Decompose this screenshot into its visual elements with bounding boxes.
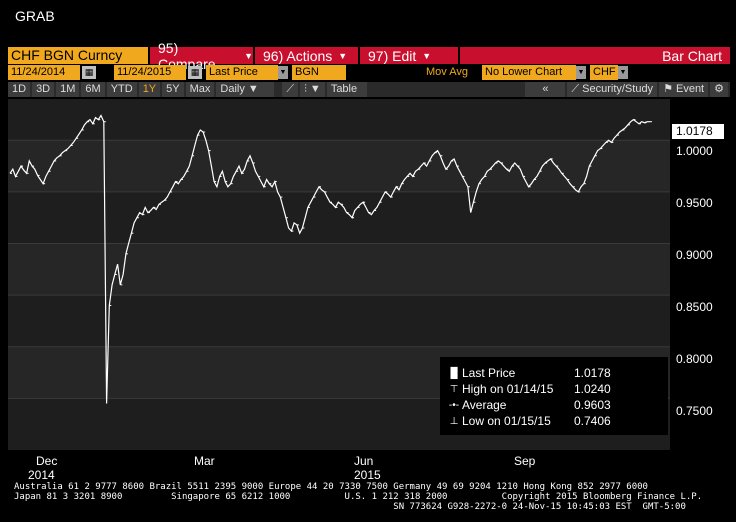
interval-label: Daily xyxy=(220,83,245,95)
collapse-icon[interactable]: « xyxy=(525,82,566,97)
legend-row-low: ⊥ Low on 01/15/15 0.7406 xyxy=(446,413,668,429)
legend-value: 1.0240 xyxy=(574,382,611,396)
range-button-5y[interactable]: 5Y xyxy=(162,82,184,97)
y-tick-label: 0.8500 xyxy=(676,300,713,314)
range-button-max[interactable]: Max xyxy=(185,82,215,97)
calendar-icon[interactable]: ▦ xyxy=(82,66,96,79)
low-marker-icon: ⊥ xyxy=(449,415,459,427)
range-button-3d[interactable]: 3D xyxy=(32,82,55,97)
chart-legend: █ Last Price 1.0178 ⊤ High on 01/14/15 1.024… xyxy=(440,357,668,435)
range-button-ytd[interactable]: YTD xyxy=(106,82,137,97)
x-tick-label: Jun xyxy=(354,454,374,468)
actions-menu[interactable]: 96) Actions ▼ xyxy=(255,47,360,64)
y-axis: 1.0000 0.9500 0.9000 0.8500 0.8000 0.750… xyxy=(670,99,736,450)
legend-label: Low on 01/15/15 xyxy=(462,414,551,428)
security-study-label: Security/Study xyxy=(582,83,654,95)
footer-line: Japan 81 3 3201 8900 Singapore 65 6212 1… xyxy=(14,492,703,502)
compare-menu[interactable]: 95) Compare ▼ xyxy=(150,40,255,72)
table-button[interactable]: Table xyxy=(326,82,367,97)
footer-contacts: Australia 61 2 9777 8600 Brazil 5511 239… xyxy=(14,482,730,512)
legend-row-last: █ Last Price 1.0178 xyxy=(446,365,668,381)
ticker-field[interactable]: CHF BGN Curncy xyxy=(8,47,150,64)
legend-label: Average xyxy=(462,398,507,412)
x-tick-label: Sep xyxy=(514,454,536,468)
footer-line: SN 773624 G928-2272-0 24-Nov-15 10:45:03… xyxy=(14,502,686,512)
chevron-down-icon[interactable]: ▼ xyxy=(576,66,586,79)
x-tick-sublabel: 2014 xyxy=(28,468,55,482)
x-axis: Dec 2014 Mar Jun 2015 Sep xyxy=(8,450,670,482)
end-date-field[interactable]: 11/24/2015 xyxy=(114,65,186,80)
range-bar: 1D 3D 1M 6M YTD 1Y 5Y Max Daily ▼ ⟋ ⫶ ▼ … xyxy=(8,82,730,97)
chevron-down-icon: ▼ xyxy=(422,50,432,61)
y-tick-label: 0.9000 xyxy=(676,248,713,262)
edit-menu[interactable]: 97) Edit ▼ xyxy=(360,47,460,64)
y-tick-label: 0.7500 xyxy=(676,404,713,418)
range-button-1d[interactable]: 1D xyxy=(8,82,31,97)
params-bar: 11/24/2014 ▦ 11/24/2015 ▦ Last Price ▼ B… xyxy=(8,65,730,80)
x-tick-label: Mar xyxy=(194,454,215,468)
square-icon: █ xyxy=(450,367,458,379)
range-button-1m[interactable]: 1M xyxy=(56,82,80,97)
lower-chart-field[interactable]: No Lower Chart xyxy=(482,65,576,80)
interval-select[interactable]: Daily ▼ xyxy=(216,82,275,97)
legend-label: High on 01/14/15 xyxy=(462,382,554,396)
legend-row-high: ⊤ High on 01/14/15 1.0240 xyxy=(446,381,668,397)
chart-type-title: Bar Chart xyxy=(662,47,722,64)
flag-icon: ⚑ xyxy=(663,83,676,95)
legend-label: Last Price xyxy=(462,366,516,380)
bar-chart-icon[interactable]: ⫶ ▼ xyxy=(300,82,325,97)
legend-value: 0.9603 xyxy=(574,398,611,412)
y-tick-label: 0.8000 xyxy=(676,352,713,366)
chevron-down-icon: ▼ xyxy=(338,50,348,61)
y-tick-label: 1.0000 xyxy=(676,144,713,158)
high-marker-icon: ⊤ xyxy=(449,383,459,395)
study-icon: ⟋ xyxy=(571,83,583,95)
chevron-down-icon[interactable]: ▼ xyxy=(278,66,288,79)
study-field[interactable]: Mov Avg xyxy=(364,65,474,80)
legend-row-average: -•- Average 0.9603 xyxy=(446,397,668,413)
chevron-down-icon: ▼ xyxy=(244,50,253,61)
legend-value: 0.7406 xyxy=(574,414,611,428)
y-tick-label: 0.9500 xyxy=(676,196,713,210)
window-title: GRAB xyxy=(15,8,55,24)
last-price-marker: 1.0178 xyxy=(672,124,724,139)
chevron-down-icon[interactable]: ▼ xyxy=(618,66,628,79)
grid-band xyxy=(8,243,670,296)
currency-field[interactable]: CHF xyxy=(590,65,618,80)
command-toolbar: CHF BGN Curncy 95) Compare ▼ 96) Actions ▼… xyxy=(8,40,730,72)
edit-menu-label: 97) Edit xyxy=(368,47,417,64)
source-field[interactable]: BGN xyxy=(292,65,346,80)
actions-menu-label: 96) Actions xyxy=(263,47,333,64)
footer-line: Australia 61 2 9777 8600 Brazil 5511 239… xyxy=(14,482,648,492)
range-button-1y[interactable]: 1Y xyxy=(138,82,161,97)
price-field[interactable]: Last Price xyxy=(206,65,278,80)
average-marker-icon: -•- xyxy=(448,399,460,411)
calendar-icon[interactable]: ▦ xyxy=(188,66,202,79)
gear-icon[interactable]: ⚙ xyxy=(710,82,728,97)
x-tick-sublabel: 2015 xyxy=(354,468,381,482)
legend-value: 1.0178 xyxy=(574,366,611,380)
event-label: Event xyxy=(675,83,705,95)
range-button-6m[interactable]: 6M xyxy=(81,82,105,97)
start-date-field[interactable]: 11/24/2014 xyxy=(8,65,80,80)
event-button[interactable]: ⚑ Event xyxy=(659,82,709,97)
line-chart-icon[interactable]: ⟋ xyxy=(282,82,299,97)
x-tick-label: Dec xyxy=(36,454,58,468)
security-study-button[interactable]: ⟋ Security/Study xyxy=(567,82,658,97)
